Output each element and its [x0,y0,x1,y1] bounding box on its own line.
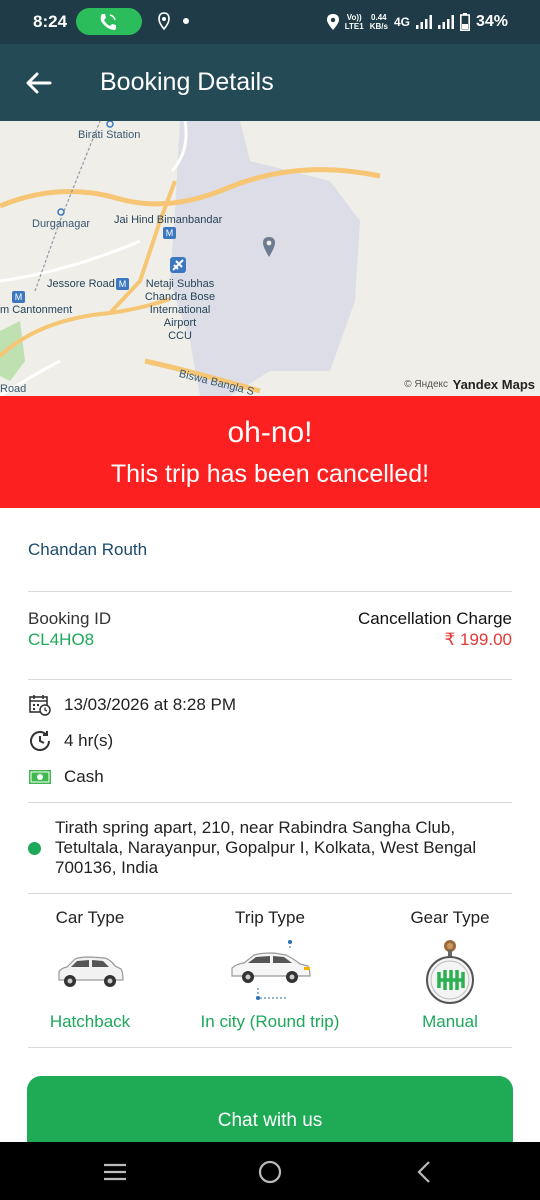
chat-with-us-button[interactable]: Chat with us [27,1076,513,1142]
map-copyright: © Яндекс [404,379,448,390]
divider [28,802,512,803]
address-text: Tirath spring apart, 210, near Rabindra … [55,818,477,877]
round-trip-car-icon [185,940,355,1004]
divider [28,1047,512,1048]
location-dot-icon [28,842,41,855]
car-type: Car Type Hatchback [5,908,175,1031]
status-indicators: Vo)) LTE1 0.44 KB/s 4G 34% [326,10,508,34]
cancellation-charge-value: ₹ 199.00 [444,630,512,649]
page-title: Booking Details [100,68,274,96]
notification-dot [183,18,189,24]
map-label: Durganagar [32,218,91,230]
map-label: Jai Hind Bimanbandar [114,214,223,226]
system-nav-bar [0,1142,540,1200]
home-icon[interactable] [257,1159,283,1185]
payment-row: Cash [28,764,104,790]
metro-icon: M [12,291,25,303]
navigation-icon [158,12,170,31]
airport-label: Netaji Subhas Chandra Bose International… [144,278,216,342]
cancelled-banner: oh-no! This trip has been cancelled! [0,396,540,508]
map-label: Jessore Road [47,278,115,290]
divider [28,591,512,592]
payment-method: Cash [64,767,104,786]
map-label: m Cantonment [0,304,73,316]
cancellation-charge-label: Cancellation Charge [357,609,512,628]
airport-icon [170,257,186,273]
banner-message: This trip has been cancelled! [110,460,430,488]
calendar-clock-icon [28,693,52,717]
location-icon [326,14,339,30]
status-bar: 8:24 Vo)) LTE1 0.44 KB/s 4G 34% [0,0,540,44]
metro-icon: M [116,278,129,290]
station-icon [106,121,114,128]
status-time: 8:24 [33,12,68,31]
manual-gear-icon [365,940,535,1004]
cash-icon [28,765,52,789]
divider [28,679,512,680]
trip-datetime: 13/03/2026 at 8:28 PM [64,695,237,714]
driver-name: Chandan Routh [28,540,148,559]
app-bar: Booking Details [0,44,540,121]
car-type-label: Car Type [55,908,125,927]
back-arrow-icon[interactable] [22,66,56,100]
duration-row: 4 hr(s) [28,728,113,754]
gear-type-label: Gear Type [410,908,490,927]
booking-id-value: CL4HO8 [28,630,95,649]
banner-title: oh-no! [227,416,313,449]
signal-icon [415,15,432,29]
data-speed: 0.44 KB/s [369,13,388,31]
trip-types: Car Type Hatchback Trip Type In city (Ro… [28,908,512,1038]
map-background [0,121,381,396]
map-view[interactable]: Birati Station Durganagar Jai Hind Biman… [0,121,540,396]
battery-icon [459,13,470,31]
hatchback-car-icon [5,940,175,1004]
trip-type-value: In city (Round trip) [200,1012,340,1031]
booking-info: Booking ID CL4HO8 Cancellation Charge ₹ … [28,607,512,655]
pin-icon [263,237,275,257]
metro-icon: M [163,227,176,239]
trip-type-label: Trip Type [235,908,305,927]
trip-duration: 4 hr(s) [64,731,114,750]
gear-type: Gear Type Manual [365,908,535,1031]
car-type-value: Hatchback [49,1012,131,1031]
recent-apps-icon[interactable] [102,1159,128,1185]
booking-id-label: Booking ID [28,609,112,628]
volte-indicator: Vo)) LTE1 [344,13,364,31]
signal-icon-secondary [437,15,454,29]
map-label: Road [0,383,27,395]
map-brand[interactable]: Yandex Maps [453,377,535,392]
network-type: 4G [393,15,410,29]
datetime-row: 13/03/2026 at 8:28 PM [28,692,236,718]
divider [28,893,512,894]
station-icon [57,208,65,216]
trip-type: Trip Type In city (Round trip) [185,908,355,1031]
ongoing-call-pill[interactable] [76,8,142,35]
back-nav-icon[interactable] [412,1159,438,1185]
map-label: Birati Station [78,129,141,141]
history-clock-icon [28,729,52,753]
battery-percentage: 34% [475,13,508,30]
phone-call-icon [100,14,116,30]
gear-type-value: Manual [422,1012,478,1031]
